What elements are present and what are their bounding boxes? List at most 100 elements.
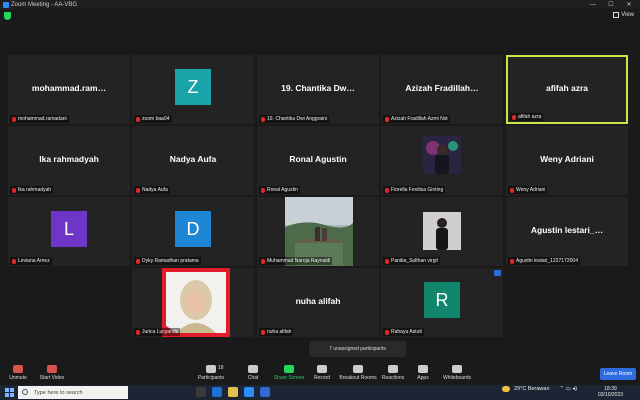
tray-icons[interactable]: ⌃ ▭ ◂): [560, 386, 577, 392]
mic-muted-icon: [12, 187, 16, 193]
record-label: Record: [313, 375, 331, 381]
participant-name-large: afifah azra: [545, 83, 589, 93]
participant-tile[interactable]: R Rahayu Astuti: [381, 268, 503, 337]
mic-muted-icon: [385, 187, 389, 193]
participant-label: Nadya Aufa: [134, 186, 170, 194]
avatar: Z: [175, 69, 211, 105]
participant-label: Ika rahmadyah: [10, 186, 54, 194]
participant-tile[interactable]: Fiorella Fenilisa Ginting: [381, 126, 503, 195]
title-bar: Zoom Meeting - AA-VBG — ☐ ✕: [0, 0, 640, 9]
weather-text[interactable]: 29°C Berawan: [514, 386, 550, 392]
participant-tile-active-speaker[interactable]: afifah azra afifah azra: [506, 55, 628, 124]
mic-muted-icon: [261, 187, 265, 193]
participant-tile[interactable]: nuha alifah nuha alifah: [257, 268, 379, 337]
shield-icon[interactable]: [4, 12, 11, 20]
participant-label: nuha alifah: [259, 328, 294, 336]
participant-tile[interactable]: D Dyky Ramadhan pratama: [132, 197, 254, 266]
participant-label: Muhammad Naroja Raynaldi: [259, 257, 333, 265]
whiteboards-button[interactable]: Whiteboards: [437, 365, 477, 381]
participant-label: Leviana Arnez: [10, 257, 52, 265]
participant-tile[interactable]: Muhammad Naroja Raynaldi: [257, 197, 379, 266]
participant-label: Jurica Lucyanda: [134, 328, 181, 336]
participant-tile[interactable]: Panitia_Sulthan virgil: [381, 197, 503, 266]
task-view-icon[interactable]: [196, 387, 206, 397]
maximize-button[interactable]: ☐: [604, 0, 618, 9]
taskbar-clock[interactable]: 18:39 03/10/2023: [598, 386, 623, 398]
start-video-label: Start Video: [39, 375, 65, 381]
participant-tile[interactable]: Nadya Aufa Nadya Aufa: [132, 126, 254, 195]
close-button[interactable]: ✕: [622, 0, 636, 9]
participant-label: Azizah Fradillah Azmi Nst: [383, 115, 450, 123]
participant-tile[interactable]: Ronal Agustin Ronal Agustin: [257, 126, 379, 195]
mic-muted-icon: [136, 116, 140, 122]
breakout-rooms-label: Breakout Rooms: [339, 375, 377, 381]
participant-label: zoom baa04: [134, 115, 172, 123]
participant-label: Dyky Ramadhan pratama: [134, 257, 201, 265]
mic-muted-icon: [261, 116, 265, 122]
breakout-rooms-icon: [353, 365, 363, 373]
participants-button[interactable]: Participants: [191, 365, 231, 381]
profile-photo: [285, 197, 353, 266]
share-screen-label: Share Screen: [273, 375, 305, 381]
search-icon: [22, 389, 28, 395]
participant-label: afifah azra: [510, 113, 544, 121]
participant-label: mohammad.ramadani: [10, 115, 69, 123]
windows-start-icon[interactable]: [5, 388, 14, 397]
video-off-icon: [47, 365, 57, 373]
minimize-button[interactable]: —: [586, 0, 600, 9]
chat-label: Chat: [247, 375, 259, 381]
file-explorer-icon[interactable]: [228, 387, 238, 397]
share-screen-icon: [284, 365, 294, 373]
edge-icon[interactable]: [212, 387, 222, 397]
participant-tile[interactable]: 19. Chantika Dw… 19. Chantika Dwi Anggra…: [257, 55, 379, 124]
view-label: View: [621, 12, 634, 18]
start-video-button[interactable]: Start Video: [32, 365, 72, 381]
participant-name-large: nuha alifah: [295, 296, 341, 306]
chrome-icon[interactable]: [260, 387, 270, 397]
participant-tile[interactable]: Weny Adriani Weny Adriani: [506, 126, 628, 195]
mic-muted-icon: [261, 329, 265, 335]
search-placeholder: Type here to search: [34, 389, 83, 396]
participant-tile[interactable]: Z zoom baa04: [132, 55, 254, 124]
participant-tile[interactable]: L Leviana Arnez: [8, 197, 130, 266]
mic-muted-icon: [385, 329, 389, 335]
profile-photo: [423, 212, 461, 250]
window-title: Zoom Meeting - AA-VBG: [11, 1, 78, 8]
taskbar-search-input[interactable]: Type here to search: [18, 386, 128, 399]
chat-button[interactable]: Chat: [233, 365, 273, 381]
leave-room-button[interactable]: Leave Room: [600, 368, 636, 380]
reactions-label: Reactions: [381, 375, 405, 381]
participants-icon: [206, 365, 216, 373]
mic-muted-icon: [136, 329, 140, 335]
zoom-window: Zoom Meeting - AA-VBG — ☐ ✕ View mohamma…: [0, 0, 640, 400]
more-options-icon[interactable]: [494, 270, 501, 276]
participant-name-large: Ronal Agustin: [289, 154, 347, 164]
participant-tile[interactable]: mohammad.ram… mohammad.ramadani: [8, 55, 130, 124]
participant-name-large: Azizah Fradillah…: [405, 83, 479, 93]
whiteboards-label: Whiteboards: [442, 375, 472, 381]
mic-muted-icon: [136, 187, 140, 193]
view-button[interactable]: View: [613, 12, 634, 18]
unmute-label: Unmute: [9, 375, 27, 381]
breakout-rooms-button[interactable]: Breakout Rooms: [338, 365, 378, 381]
avatar: D: [175, 211, 211, 247]
apps-label: Apps: [417, 375, 429, 381]
mic-muted-icon: [12, 258, 16, 264]
clock-date: 03/10/2023: [598, 392, 624, 398]
grid-icon: [613, 12, 620, 18]
participant-tile[interactable]: Agustin lestari_… Agustin lestari_122717…: [506, 197, 628, 266]
participant-label: 19. Chantika Dwi Anggraini: [259, 115, 330, 123]
record-button[interactable]: Record: [302, 365, 342, 381]
zoom-app-icon: [3, 1, 9, 8]
participant-tile[interactable]: Azizah Fradillah… Azizah Fradillah Azmi …: [381, 55, 503, 124]
participant-tile[interactable]: Ika rahmadyah Ika rahmadyah: [8, 126, 130, 195]
mic-muted-icon: [136, 258, 140, 264]
zoom-taskbar-icon[interactable]: [244, 387, 254, 397]
avatar: R: [424, 282, 460, 318]
meeting-top-bar: [0, 9, 640, 25]
meeting-toolbar: Unmute Start Video Participants 18 Chat …: [0, 362, 640, 384]
participant-tile[interactable]: Jurica Lucyanda: [132, 268, 254, 337]
participant-label: Weny Adriani: [508, 186, 548, 194]
participant-name-large: Agustin lestari_…: [530, 225, 604, 235]
microphone-muted-icon: [13, 365, 23, 373]
